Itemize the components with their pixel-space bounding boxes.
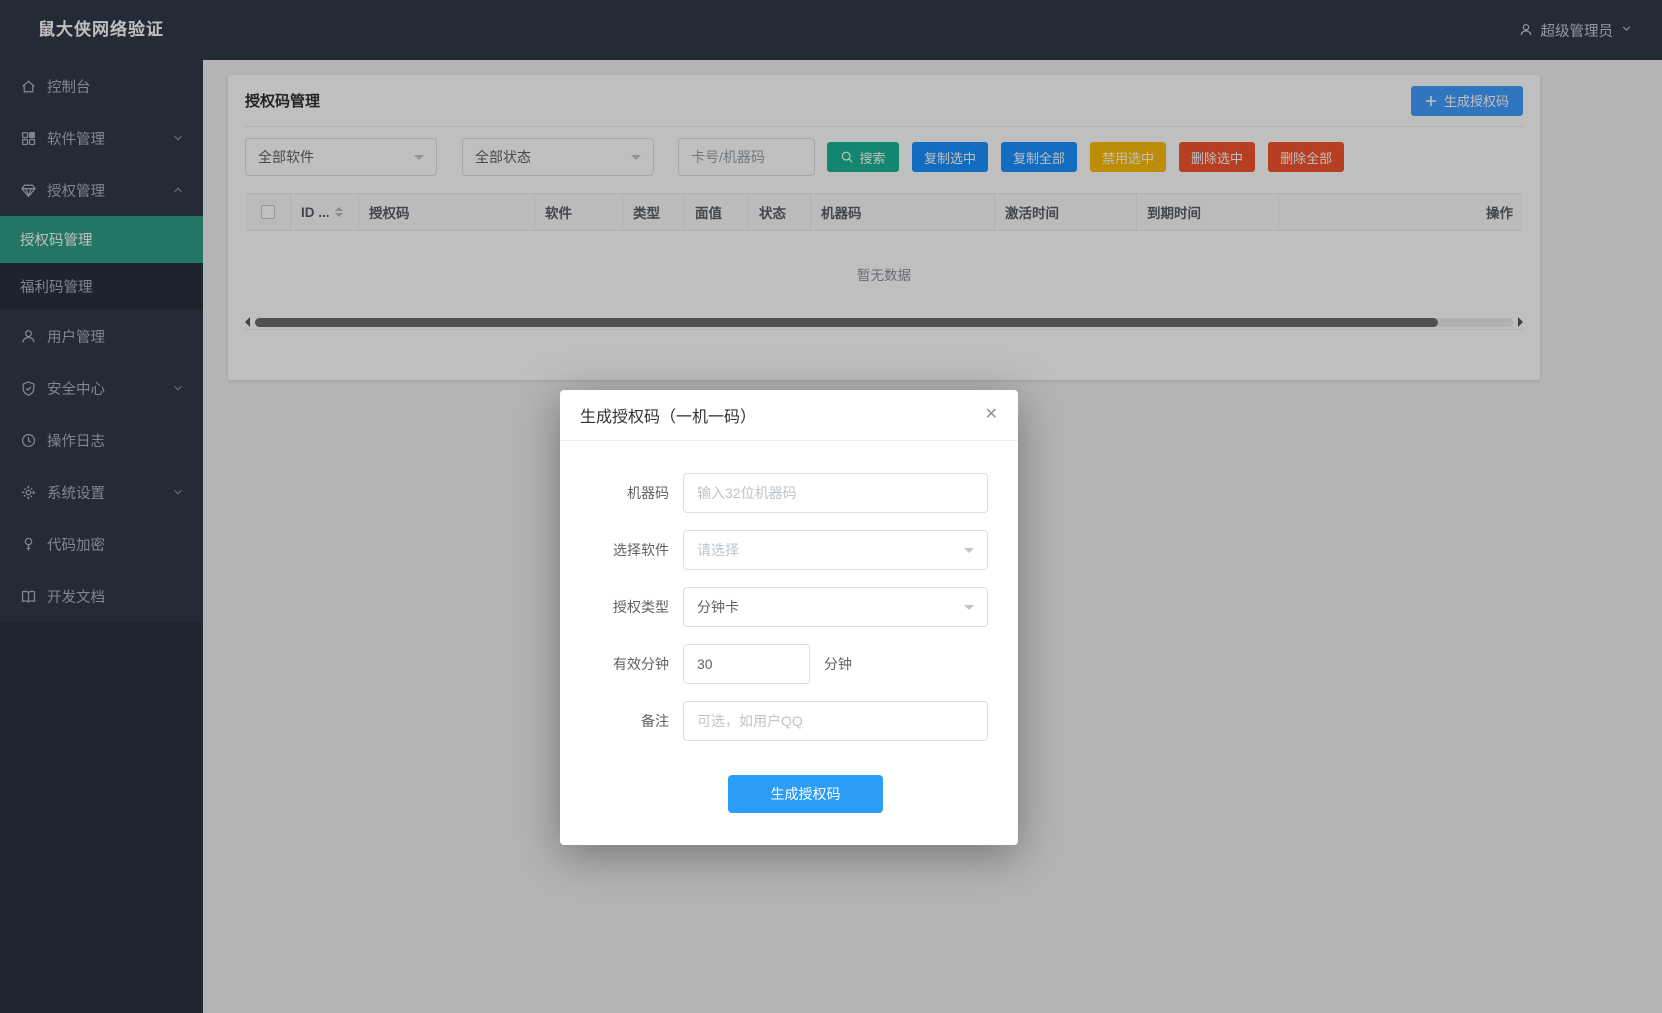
auth-type-row: 授权类型 分钟卡: [584, 587, 988, 627]
valid-minutes-input[interactable]: [683, 644, 810, 684]
software-select[interactable]: 请选择: [683, 530, 988, 570]
close-icon[interactable]: ✕: [985, 407, 998, 423]
valid-minutes-label: 有效分钟: [584, 654, 669, 674]
chevron-down-icon: [964, 548, 974, 558]
software-select-placeholder: 请选择: [697, 540, 739, 560]
generate-authcode-modal: 生成授权码（一机一码） ✕ 机器码 选择软件 请选择 授权类型 分钟卡 有效分钟…: [560, 390, 1018, 845]
valid-minutes-row: 有效分钟 分钟: [584, 644, 988, 684]
software-select-row: 选择软件 请选择: [584, 530, 988, 570]
valid-minutes-suffix: 分钟: [824, 654, 852, 674]
auth-type-select[interactable]: 分钟卡: [683, 587, 988, 627]
auth-type-value: 分钟卡: [697, 597, 739, 617]
modal-body: 机器码 选择软件 请选择 授权类型 分钟卡 有效分钟 分钟 备注: [560, 441, 1018, 845]
chevron-down-icon: [964, 605, 974, 615]
modal-generate-button[interactable]: 生成授权码: [728, 775, 883, 813]
software-select-label: 选择软件: [584, 540, 669, 560]
modal-title: 生成授权码（一机一码）: [580, 403, 756, 427]
remark-row: 备注: [584, 701, 988, 741]
machine-code-input[interactable]: [683, 473, 988, 513]
modal-header: 生成授权码（一机一码） ✕: [560, 390, 1018, 441]
machine-code-row: 机器码: [584, 473, 988, 513]
remark-input[interactable]: [683, 701, 988, 741]
auth-type-label: 授权类型: [584, 597, 669, 617]
remark-label: 备注: [584, 711, 669, 731]
machine-code-label: 机器码: [584, 483, 669, 503]
